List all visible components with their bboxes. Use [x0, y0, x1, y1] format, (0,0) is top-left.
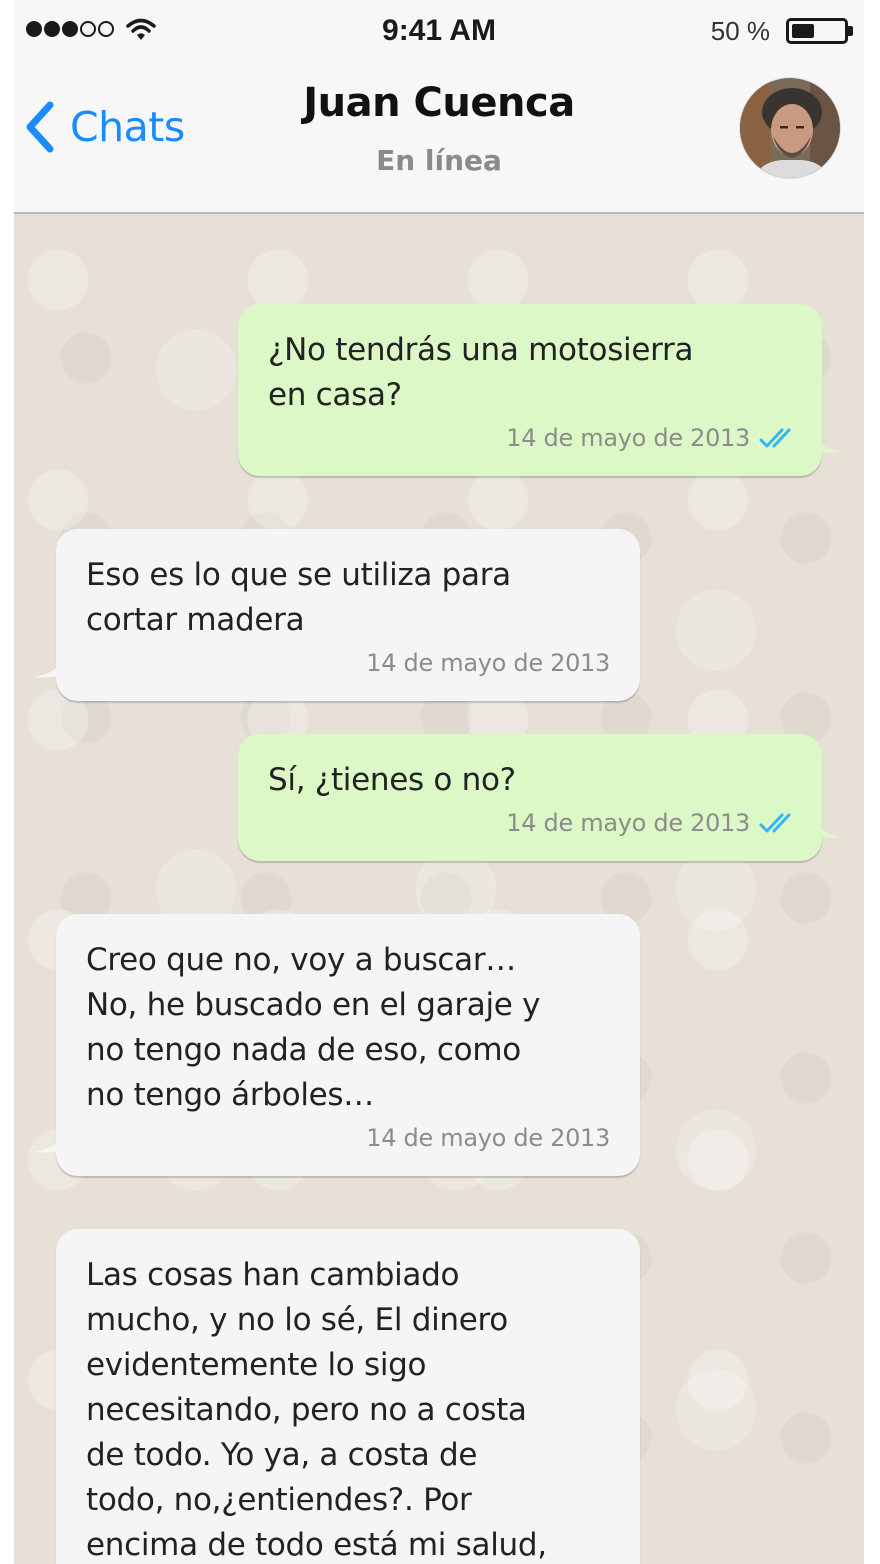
message-timestamp: 14 de mayo de 2013: [366, 648, 610, 677]
avatar[interactable]: [740, 78, 840, 178]
bubble-tail: [34, 661, 62, 678]
message-text: Eso es lo que se utiliza para cortar mad…: [86, 557, 511, 638]
message-text: ¿No tendrás una motosierra en casa?: [268, 332, 694, 413]
contact-name[interactable]: Juan Cuenca: [14, 80, 864, 126]
message-timestamp: 14 de mayo de 2013: [506, 808, 750, 837]
contact-photo: [740, 78, 840, 178]
message-text: Creo que no, voy a buscar… No, he buscad…: [86, 942, 541, 1113]
message-bubble-outgoing[interactable]: Sí, ¿tienes o no? 14 de mayo de 2013: [238, 734, 842, 861]
bubble-tail: [814, 436, 842, 453]
message-meta: 14 de mayo de 2013: [86, 1118, 610, 1158]
message-text: Las cosas han cambiado mucho, y no lo sé…: [86, 1257, 547, 1563]
message-meta: 14 de mayo de 2013: [268, 418, 792, 458]
status-bar: 9:41 AM 50 %: [14, 0, 864, 64]
battery-level: [792, 24, 814, 38]
chat-header: Chats Juan Cuenca En línea: [14, 64, 864, 214]
phone-screen: 9:41 AM 50 % Chats Juan Cuenca En línea: [14, 0, 864, 1564]
chat-area[interactable]: ¿No tendrás una motosierra en casa? 14 d…: [14, 214, 864, 1564]
message-timestamp: 14 de mayo de 2013: [506, 423, 750, 452]
bubble-tail: [814, 821, 842, 838]
message-meta: 14 de mayo de 2013: [268, 803, 792, 843]
battery-icon: [786, 18, 853, 44]
battery-percentage: 50 %: [710, 16, 770, 46]
message-bubble-outgoing[interactable]: ¿No tendrás una motosierra en casa? 14 d…: [238, 304, 842, 476]
message-meta: 14 de mayo de 2013: [86, 643, 610, 683]
bubble-tail: [34, 1136, 62, 1153]
message-timestamp: 14 de mayo de 2013: [366, 1123, 610, 1152]
message-bubble-incoming[interactable]: Las cosas han cambiado mucho, y no lo sé…: [56, 1229, 640, 1564]
double-check-icon: [759, 428, 791, 448]
double-check-icon: [759, 813, 791, 833]
message-bubble-incoming[interactable]: Creo que no, voy a buscar… No, he buscad…: [34, 914, 640, 1176]
message-bubble-incoming[interactable]: Eso es lo que se utiliza para cortar mad…: [34, 529, 640, 701]
message-text: Sí, ¿tienes o no?: [268, 762, 516, 798]
contact-status: En línea: [376, 144, 502, 177]
